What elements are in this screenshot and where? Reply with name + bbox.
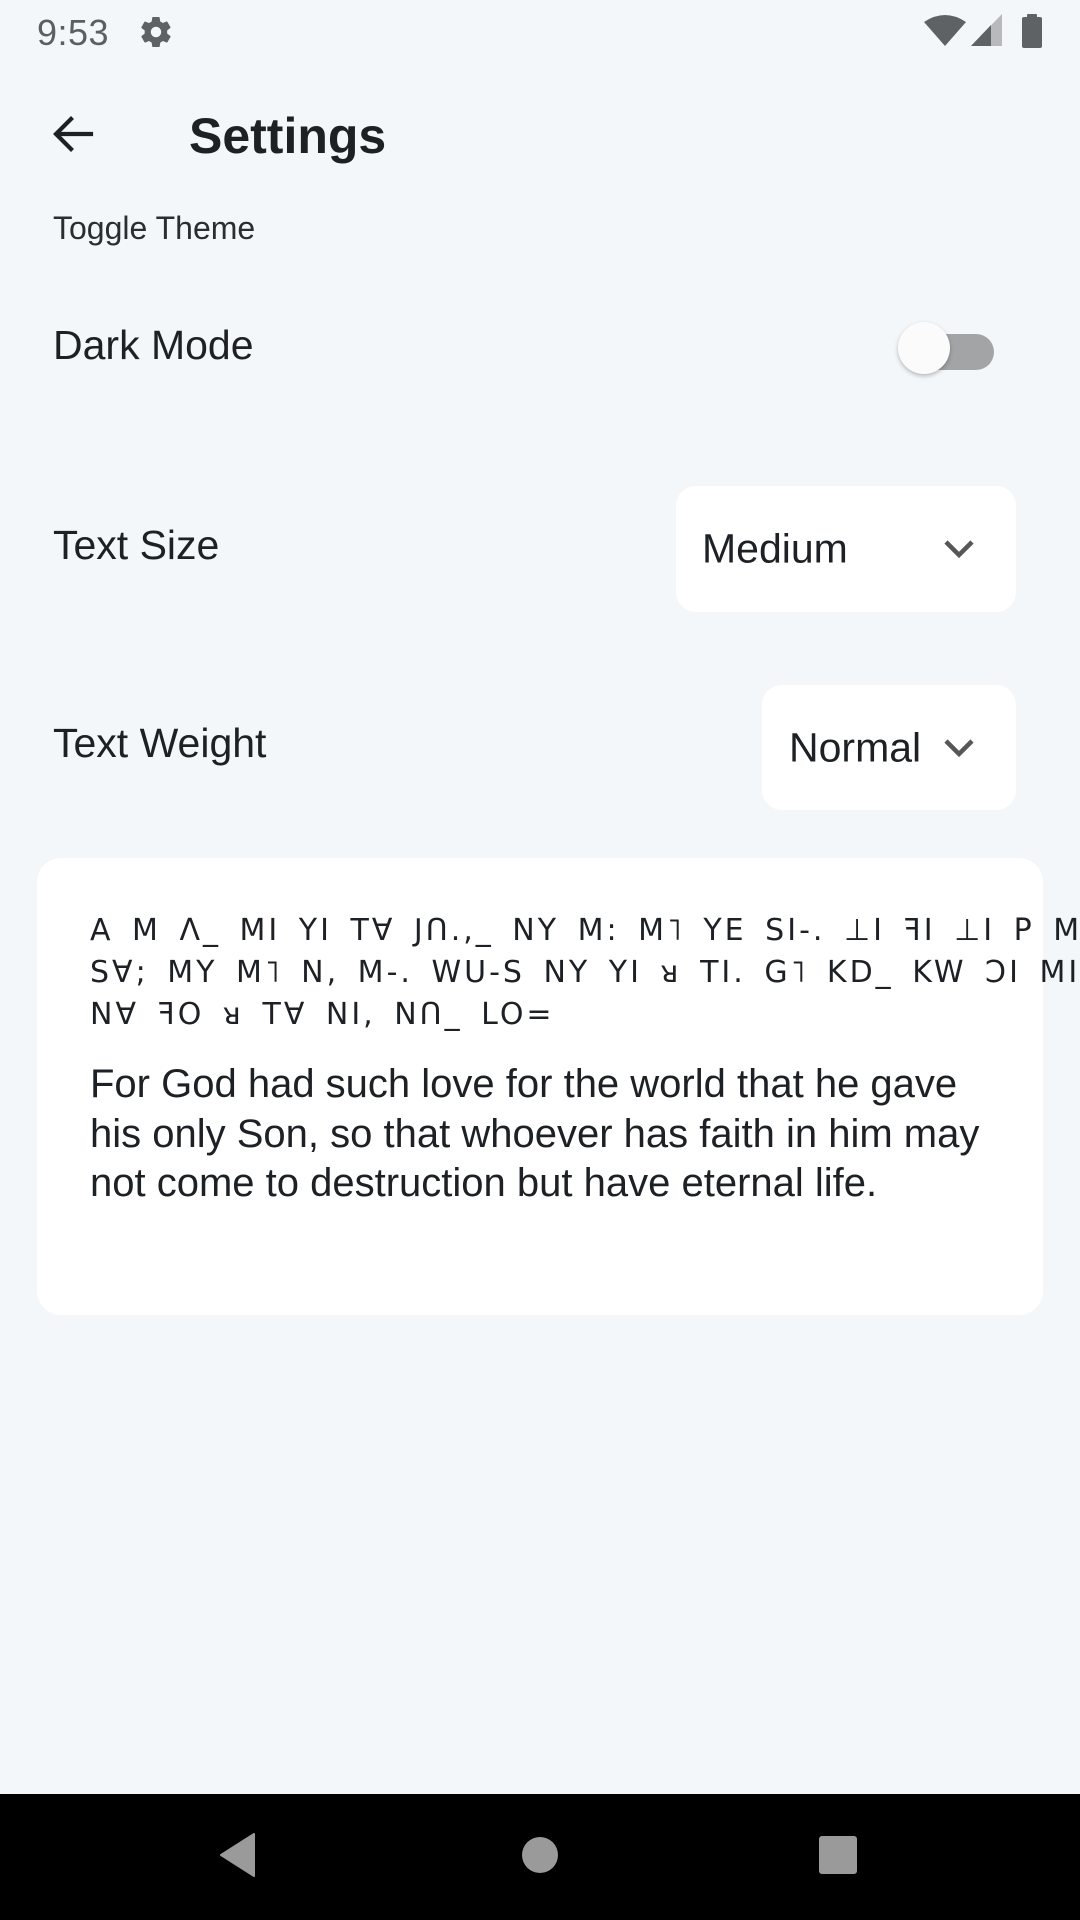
preview-card: A M Λ_ MI YI TⱯ JՈ.,_ NY M: M˥ YE SI-. ⊥…: [37, 858, 1080, 1315]
chevron-down-icon: [942, 537, 976, 561]
home-circle-icon: [520, 1835, 560, 1880]
wifi-icon: [922, 12, 968, 48]
arrow-left-icon: [49, 110, 97, 163]
text-size-label: Text Size: [53, 522, 220, 568]
script-preview-text: A M Λ_ MI YI TⱯ JՈ.,_ NY M: M˥ YE SI-. ⊥…: [90, 910, 1080, 1036]
toggle-thumb: [898, 322, 950, 374]
verse-preview-text: For God had such love for the world that…: [90, 1062, 980, 1205]
script-line: SⱯ; MY M˥ N, M-. WU-S NY YI ᴚ TI. G˥ KD_…: [90, 955, 1080, 990]
nav-back-button[interactable]: [208, 1832, 268, 1882]
chevron-down-icon: [942, 736, 976, 760]
back-triangle-icon: [218, 1832, 258, 1883]
page-title: Settings: [189, 108, 387, 164]
dark-mode-label: Dark Mode: [53, 322, 254, 368]
nav-home-button[interactable]: [510, 1832, 570, 1882]
section-label-toggle-theme: Toggle Theme: [53, 210, 256, 246]
text-weight-label: Text Weight: [53, 720, 267, 766]
text-size-dropdown[interactable]: Medium: [676, 486, 1016, 612]
battery-icon: [1018, 12, 1046, 50]
script-line: A M Λ_ MI YI TⱯ JՈ.,_ NY M: M˥ YE SI-. ⊥…: [90, 913, 1080, 948]
text-weight-selected-value: Normal: [789, 724, 922, 770]
nav-recents-button[interactable]: [808, 1832, 868, 1882]
text-weight-dropdown[interactable]: Normal: [762, 685, 1016, 810]
status-time: 9:53: [37, 12, 110, 53]
back-button[interactable]: [40, 100, 106, 172]
dark-mode-toggle[interactable]: [896, 320, 1000, 376]
cellular-signal-icon: [969, 12, 1005, 48]
gear-icon: [138, 14, 174, 50]
script-line: NⱯ ꟻO ᴚ TⱯ NI, NՈ_ LO=: [90, 997, 555, 1032]
system-nav-bar: [0, 1794, 1080, 1920]
text-size-selected-value: Medium: [702, 525, 848, 572]
recents-square-icon: [818, 1835, 858, 1880]
